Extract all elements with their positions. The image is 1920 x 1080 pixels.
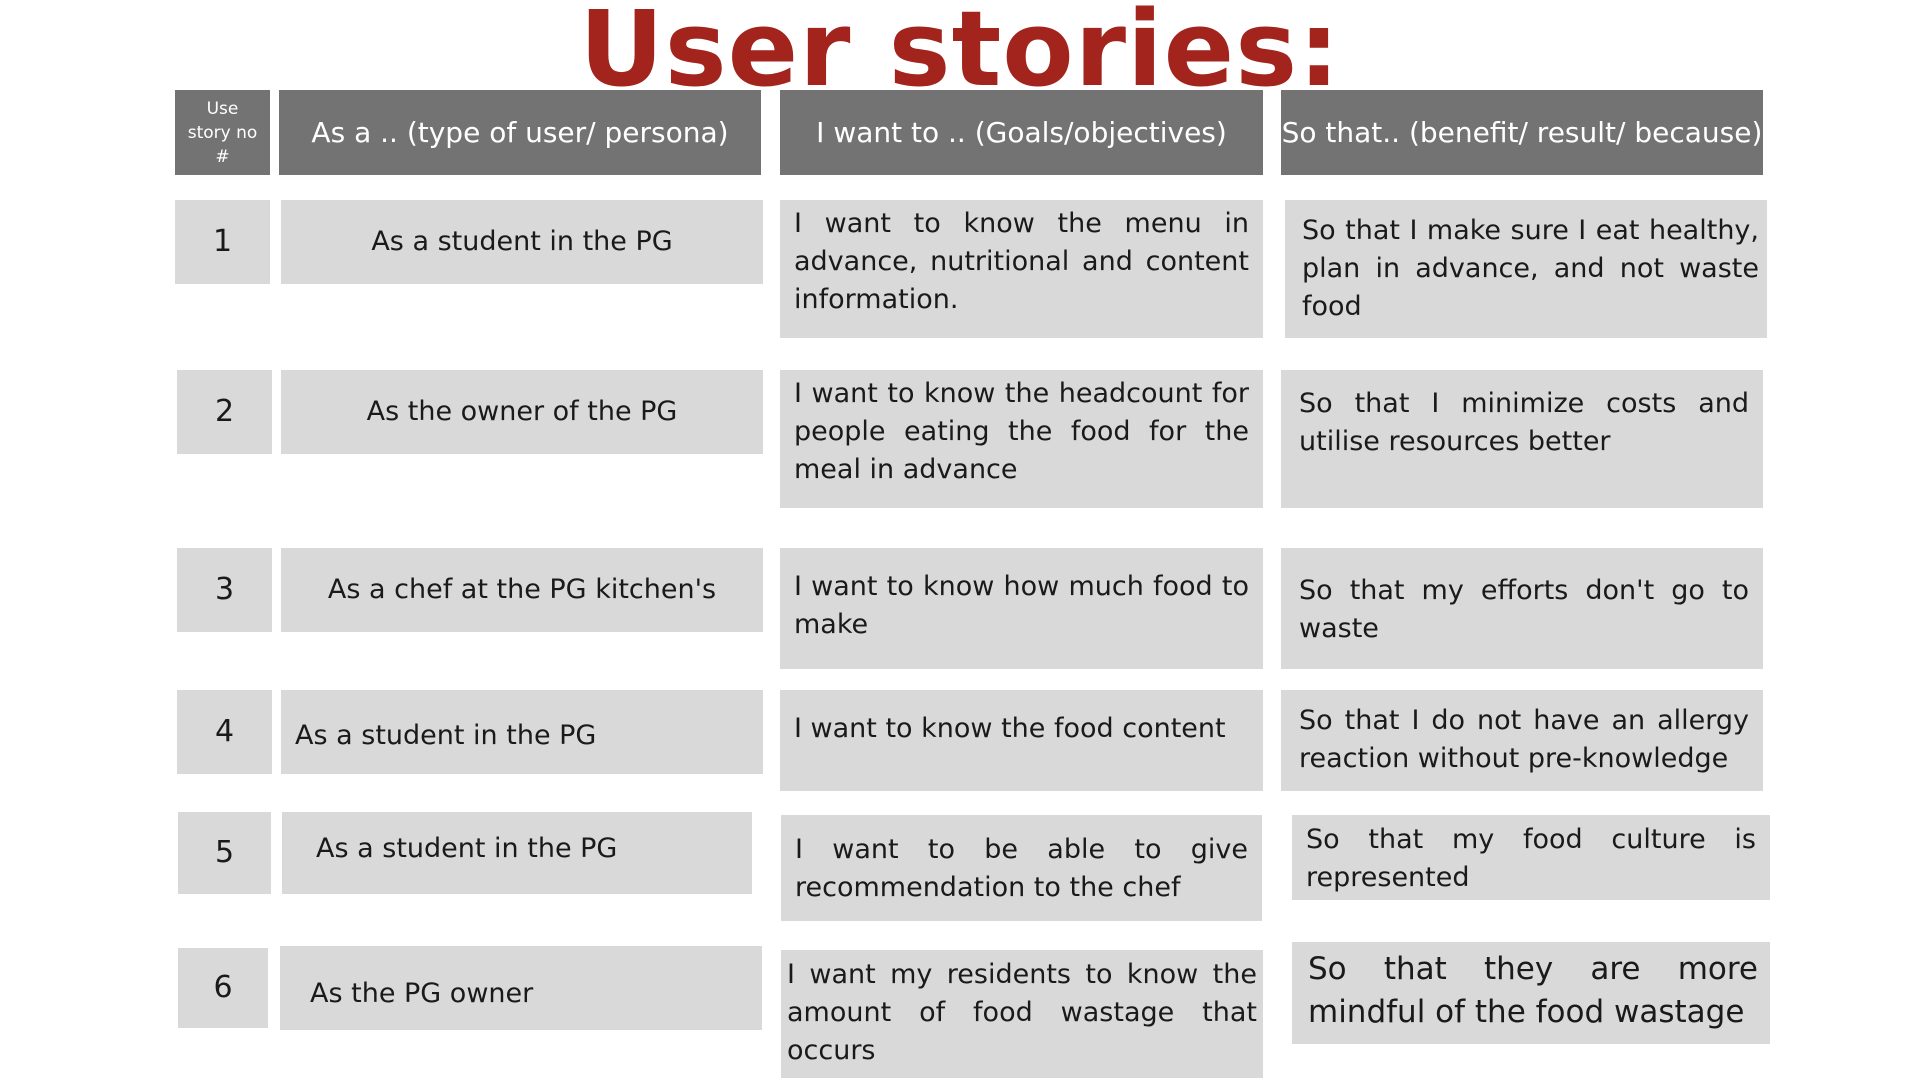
benefit-text: So that I minimize costs and utilise res… xyxy=(1299,388,1749,457)
story-number-cell: 6 xyxy=(178,948,268,1028)
goal-text: I want to know how much food to make xyxy=(794,571,1249,640)
story-number: 3 xyxy=(214,572,235,607)
goal-text: I want to know the menu in advance, nutr… xyxy=(794,208,1249,315)
header-as-a-label: As a .. (type of user/ persona) xyxy=(311,116,729,149)
benefit-text: So that I make sure I eat healthy, plan … xyxy=(1302,215,1759,322)
header-story-number-label: Use story no # xyxy=(187,98,258,167)
header-story-number: Use story no # xyxy=(175,90,270,175)
story-number-cell: 5 xyxy=(178,812,271,894)
goal-text: I want my residents to know the amount o… xyxy=(787,959,1257,1066)
persona-cell: As the PG owner xyxy=(280,946,762,1030)
benefit-cell: So that I minimize costs and utilise res… xyxy=(1281,370,1763,508)
persona-text: As a student in the PG xyxy=(295,720,597,751)
benefit-cell: So that I do not have an allergy reactio… xyxy=(1281,690,1763,791)
header-as-a: As a .. (type of user/ persona) xyxy=(279,90,761,175)
header-so-that-label: So that.. (benefit/ result/ because) xyxy=(1281,116,1763,149)
persona-cell: As a student in the PG xyxy=(281,200,763,284)
persona-text: As the PG owner xyxy=(310,978,534,1009)
story-number-cell: 1 xyxy=(175,200,270,284)
story-number-cell: 4 xyxy=(177,690,272,774)
goal-cell: I want to know the food content xyxy=(780,690,1263,791)
goal-cell: I want to know how much food to make xyxy=(780,548,1263,669)
benefit-cell: So that I make sure I eat healthy, plan … xyxy=(1285,200,1767,338)
persona-cell: As a chef at the PG kitchen's xyxy=(281,548,763,632)
persona-cell: As the owner of the PG xyxy=(281,370,763,454)
benefit-cell: So that my efforts don't go to waste xyxy=(1281,548,1763,669)
story-number: 2 xyxy=(214,394,235,429)
benefit-cell: So that they are more mindful of the foo… xyxy=(1292,942,1770,1044)
story-number-cell: 3 xyxy=(177,548,272,632)
benefit-text: So that they are more mindful of the foo… xyxy=(1308,951,1758,1030)
benefit-text: So that my efforts don't go to waste xyxy=(1299,575,1749,644)
benefit-text: So that I do not have an allergy reactio… xyxy=(1299,705,1749,774)
persona-text: As a chef at the PG kitchen's xyxy=(327,574,717,605)
benefit-text: So that my food culture is represented xyxy=(1306,824,1756,893)
persona-text: As the owner of the PG xyxy=(366,396,678,427)
benefit-cell: So that my food culture is represented xyxy=(1292,815,1770,900)
goal-text: I want to be able to give recommendation… xyxy=(795,834,1248,903)
story-number: 6 xyxy=(213,970,233,1005)
goal-cell: I want my residents to know the amount o… xyxy=(781,950,1263,1078)
persona-cell: As a student in the PG xyxy=(281,690,763,774)
goal-cell: I want to be able to give recommendation… xyxy=(781,815,1262,921)
header-i-want-label: I want to .. (Goals/objectives) xyxy=(816,116,1227,149)
story-number: 5 xyxy=(214,835,235,870)
persona-text: As a student in the PG xyxy=(371,226,673,257)
header-so-that: So that.. (benefit/ result/ because) xyxy=(1281,90,1763,175)
goal-cell: I want to know the headcount for people … xyxy=(780,370,1263,508)
persona-text: As a student in the PG xyxy=(316,833,618,864)
story-number-cell: 2 xyxy=(177,370,272,454)
story-number: 1 xyxy=(212,224,233,259)
goal-cell: I want to know the menu in advance, nutr… xyxy=(780,200,1263,338)
story-number: 4 xyxy=(214,714,235,749)
goal-text: I want to know the headcount for people … xyxy=(794,378,1249,485)
persona-cell: As a student in the PG xyxy=(282,812,752,894)
goal-text: I want to know the food content xyxy=(794,713,1226,744)
header-i-want: I want to .. (Goals/objectives) xyxy=(780,90,1263,175)
